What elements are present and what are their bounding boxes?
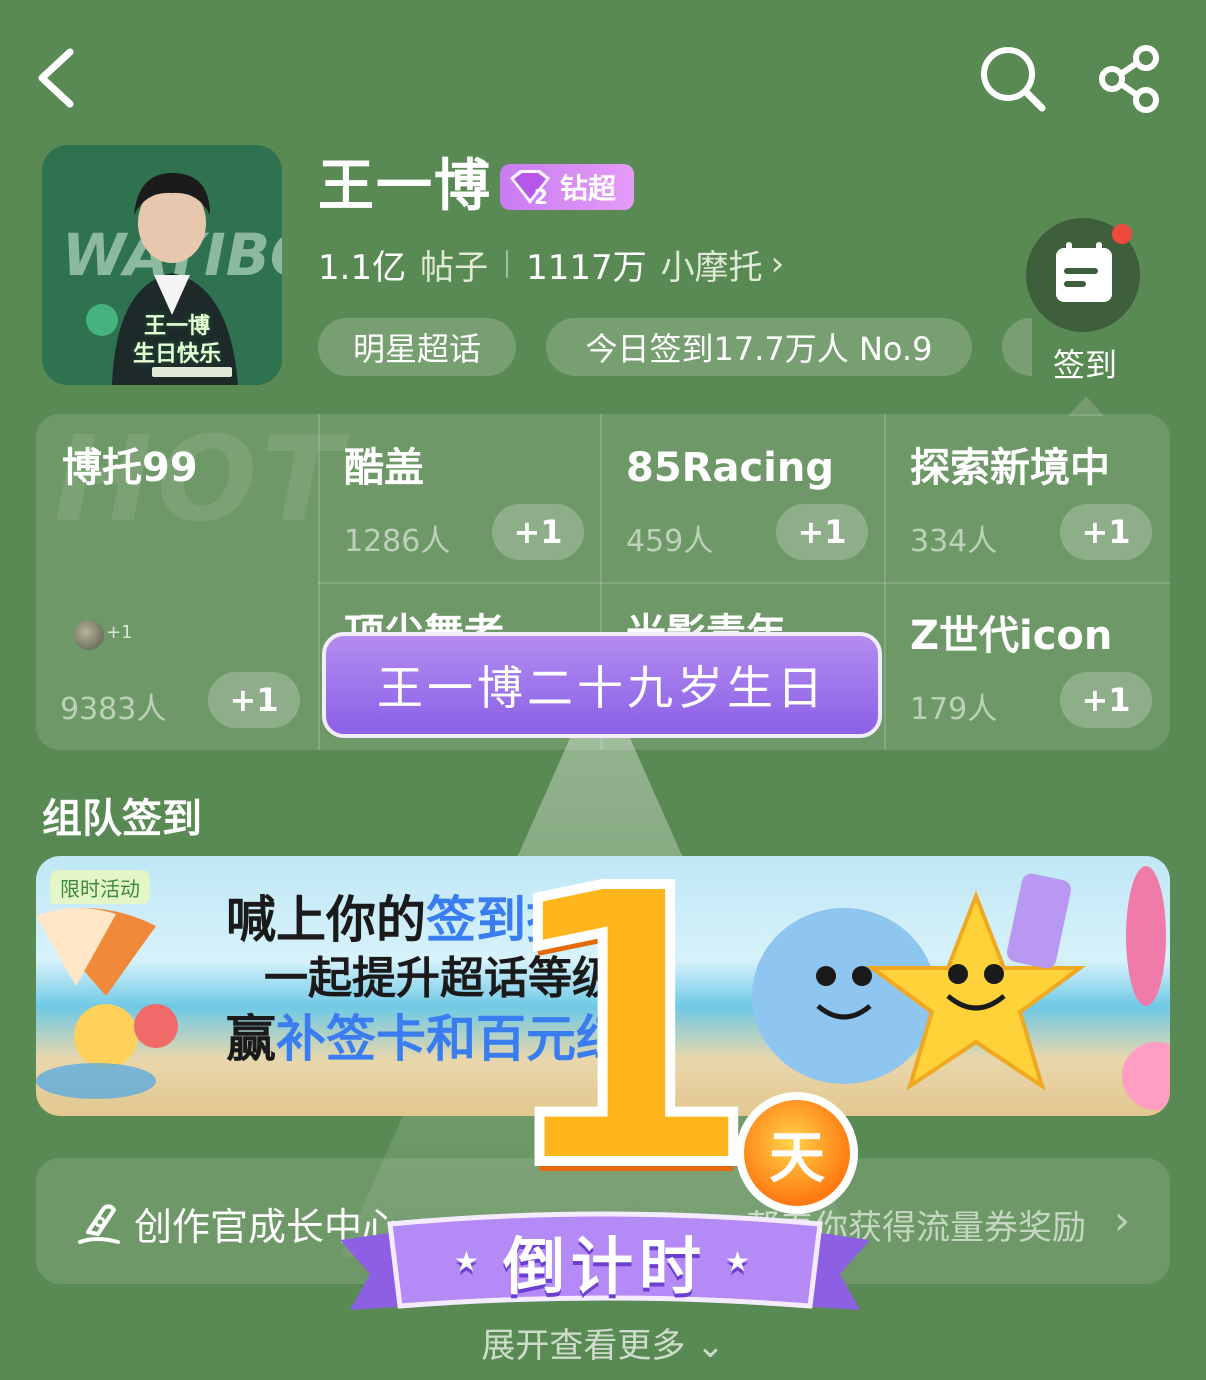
notification-dot xyxy=(1112,224,1132,244)
countdown-number: 1 xyxy=(490,808,764,1251)
page-title: 王一博 xyxy=(318,154,492,219)
team-checkin-title: 组队签到 xyxy=(42,796,202,842)
group-member-count: 1286人 xyxy=(344,524,451,559)
avatar-date-strip xyxy=(152,367,232,377)
back-arrow-icon[interactable] xyxy=(30,40,90,116)
fans-count[interactable]: 1117万 xyxy=(526,240,647,289)
avatar-caption: 王一博 生日快乐 xyxy=(102,313,252,369)
group-cell[interactable]: 博托99 +1 9383人 +1 xyxy=(36,414,318,750)
level-badge-label: 钻超 xyxy=(560,172,617,205)
group-name: 85Racing xyxy=(626,445,834,491)
limited-time-tag: 限时活动 xyxy=(50,870,150,904)
checkin-pointer xyxy=(1068,396,1104,416)
expand-more-link[interactable]: 展开查看更多 ⌄ xyxy=(0,1318,1206,1367)
topic-stats: 1.1亿 帖子 1117万 小摩托 › xyxy=(318,238,784,290)
star-icon: ★ xyxy=(453,1244,485,1278)
countdown-label-text: 倒计时 xyxy=(502,1230,707,1303)
level-badge[interactable]: 2 钻超 xyxy=(500,164,634,210)
chevron-right-icon[interactable]: › xyxy=(771,244,785,284)
supertopic-avatar[interactable]: WAYIBO 王一博 生日快乐 xyxy=(42,145,282,385)
group-member-count: 459人 xyxy=(626,524,714,559)
countdown-label: ★ 倒计时 ★ xyxy=(400,1214,810,1308)
group-name: 探索新境中 xyxy=(910,445,1110,491)
countdown-overlay[interactable]: 1 天 ★ 倒计时 ★ xyxy=(340,835,870,1360)
posts-count: 1.1亿 xyxy=(318,247,407,288)
stats-divider xyxy=(506,250,509,278)
group-cell[interactable]: Z世代icon 179人 +1 xyxy=(886,584,1170,750)
join-group-button[interactable]: +1 xyxy=(776,504,868,560)
posts-unit: 帖子 xyxy=(420,247,489,288)
search-icon[interactable] xyxy=(978,44,1048,114)
top-bar xyxy=(0,0,1206,150)
group-cell[interactable]: 85Racing 459人 +1 xyxy=(602,414,884,582)
group-name: Z世代icon xyxy=(910,613,1113,659)
join-group-button[interactable]: +1 xyxy=(1060,672,1152,728)
svg-text:2: 2 xyxy=(534,185,548,209)
join-group-button[interactable]: +1 xyxy=(492,504,584,560)
group-cell[interactable]: 探索新境中 334人 +1 xyxy=(886,414,1170,582)
member-more: +1 xyxy=(106,622,133,643)
group-member-count: 179人 xyxy=(910,692,998,727)
banner-line3-a: 赢 xyxy=(226,1010,276,1068)
avatar xyxy=(74,620,104,650)
avatar-caption-line2: 生日快乐 xyxy=(132,342,221,367)
join-group-button[interactable]: +1 xyxy=(1060,504,1152,560)
join-group-button[interactable]: +1 xyxy=(208,672,300,728)
fans-unit[interactable]: 小摩托 xyxy=(661,240,763,289)
diamond-icon: 2 xyxy=(510,170,550,209)
pen-icon xyxy=(78,1204,120,1244)
group-cell[interactable]: 酷盖 1286人 +1 xyxy=(320,414,600,582)
group-member-count: 334人 xyxy=(910,524,998,559)
countdown-unit-badge: 天 xyxy=(736,1092,858,1214)
group-name: 博托99 xyxy=(62,445,198,491)
star-icon: ★ xyxy=(725,1244,757,1278)
chevron-right-icon[interactable]: › xyxy=(1114,1198,1130,1244)
avatar-caption-line1: 王一博 xyxy=(143,314,210,339)
group-name: 酷盖 xyxy=(344,445,424,491)
category-tag[interactable]: 明星超话 xyxy=(318,318,516,376)
birthday-popup[interactable]: 王一博二十九岁生日 xyxy=(322,632,882,738)
share-icon[interactable] xyxy=(1096,44,1166,114)
checkin-label[interactable]: 签到 xyxy=(1026,340,1144,386)
checkin-rank-tag[interactable]: 今日签到17.7万人 No.9 xyxy=(546,318,972,376)
group-member-count: 9383人 xyxy=(60,692,167,727)
